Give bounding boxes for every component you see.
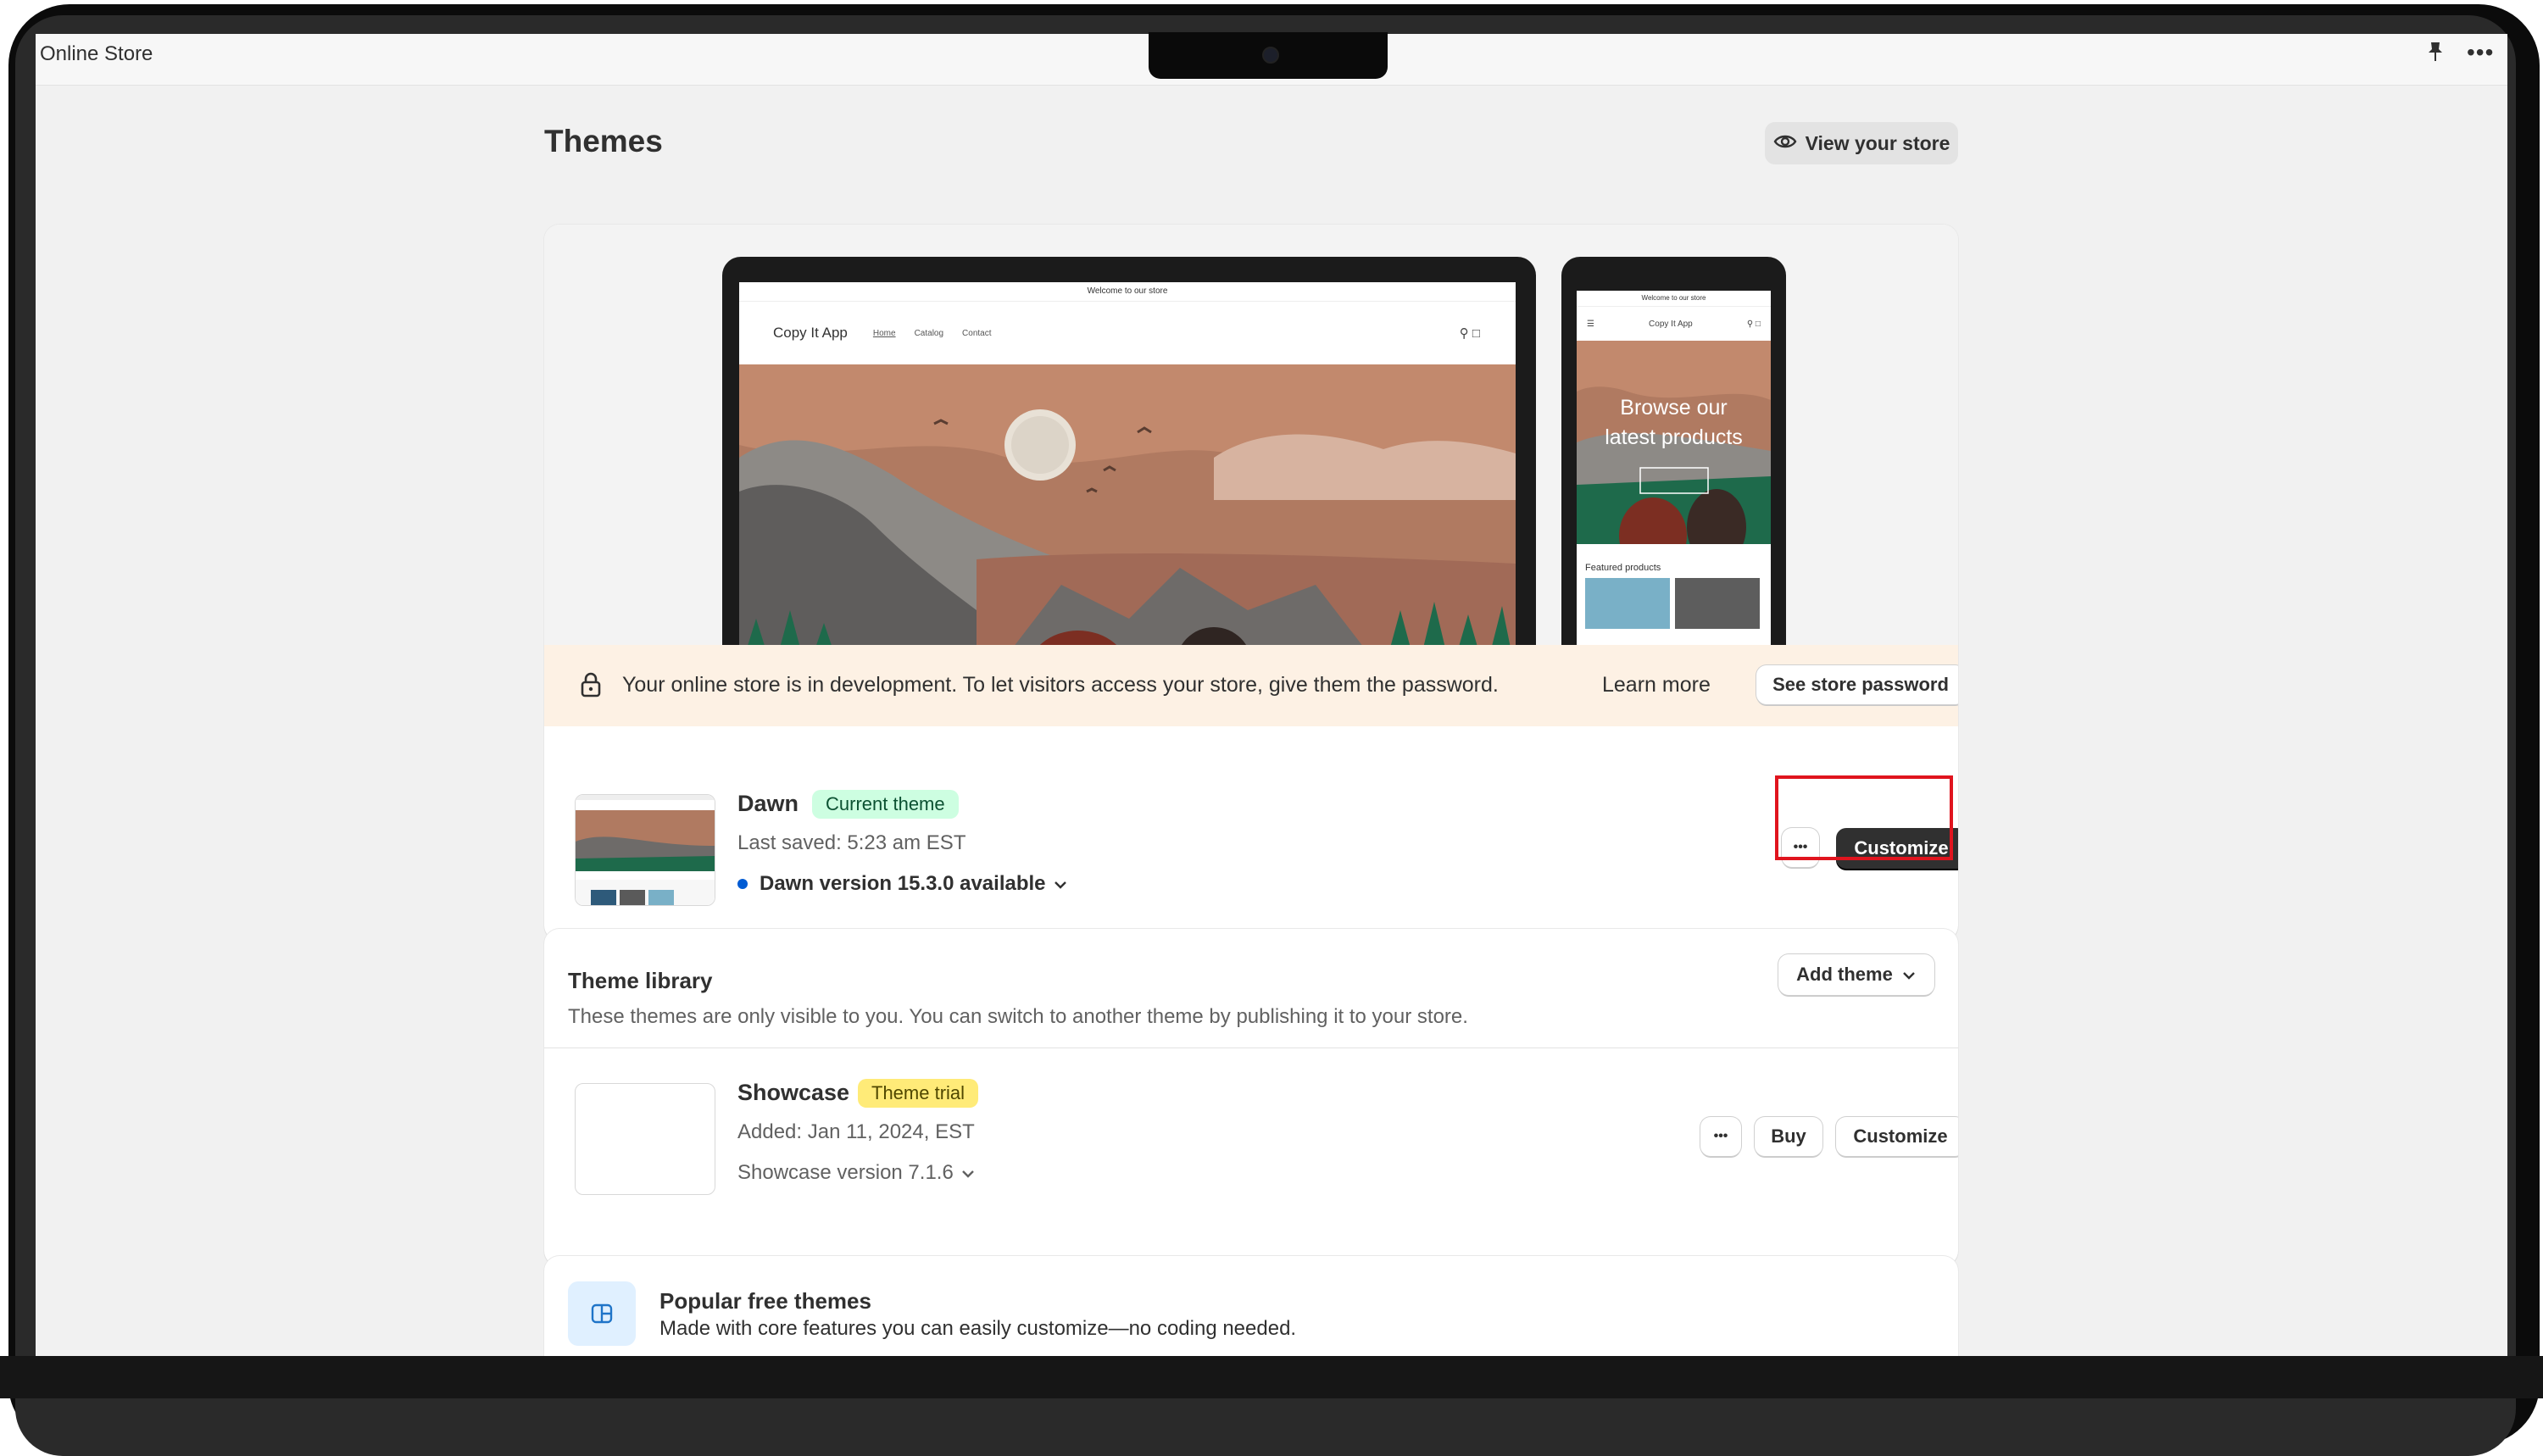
device-bottom-bar xyxy=(0,1356,2543,1398)
laptop-hero-image xyxy=(739,364,1516,672)
laptop-preview: Welcome to our store Copy It App Home Ca… xyxy=(722,257,1536,681)
development-banner: Your online store is in development. To … xyxy=(544,645,1958,726)
phone-hero-line1: Browse our xyxy=(1620,396,1728,420)
eye-icon xyxy=(1773,132,1797,155)
showcase-more-button[interactable]: ••• xyxy=(1700,1117,1741,1156)
dawn-theme-thumbnail xyxy=(575,794,715,906)
laptop-announcement: Welcome to our store xyxy=(739,282,1516,302)
buy-button[interactable]: Buy xyxy=(1755,1117,1822,1156)
phone-preview: Welcome to our store ☰ Copy It App ⚲ □ B… xyxy=(1561,257,1786,681)
phone-hero-text: Browse our latest products xyxy=(1577,393,1771,453)
banner-message: Your online store is in development. To … xyxy=(622,673,1499,697)
theme-added-text: Added: Jan 11, 2024, EST xyxy=(737,1120,975,1143)
app-screen: Online Store ••• Themes View your store … xyxy=(36,34,2507,1356)
laptop-search-cart-icons: ⚲ □ xyxy=(1459,326,1480,341)
theme-library-card: Theme library These themes are only visi… xyxy=(544,929,1958,1266)
chevron-down-icon xyxy=(1901,964,1917,986)
laptop-nav: Copy It App Home Catalog Contact ⚲ □ xyxy=(739,302,1516,364)
laptop-nav-home: Home xyxy=(872,328,896,338)
learn-more-link[interactable]: Learn more xyxy=(1602,673,1711,697)
phone-hero-line2: latest products xyxy=(1605,425,1743,449)
showcase-version-dropdown[interactable]: Showcase version 7.1.6 xyxy=(737,1161,976,1185)
version-dropdown[interactable]: Dawn version 15.3.0 available xyxy=(737,872,1068,896)
add-theme-label: Add theme xyxy=(1796,964,1893,985)
phone-nav: ☰ Copy It App ⚲ □ xyxy=(1577,307,1771,341)
lock-icon xyxy=(580,672,602,702)
pin-icon[interactable] xyxy=(2426,41,2445,69)
page-title: Themes xyxy=(544,124,663,158)
phone-menu-icon: ☰ xyxy=(1587,319,1594,329)
showcase-customize-button[interactable]: Customize xyxy=(1836,1117,1958,1156)
theme-library-description: These themes are only visible to you. Yo… xyxy=(568,1005,1468,1028)
phone-announcement: Welcome to our store xyxy=(1577,291,1771,307)
popular-themes-title: Popular free themes xyxy=(659,1288,871,1314)
theme-store-icon xyxy=(568,1281,636,1346)
theme-library-title: Theme library xyxy=(568,968,713,993)
view-store-button[interactable]: View your store xyxy=(1765,122,1958,164)
phone-hero: Browse our latest products xyxy=(1577,341,1771,544)
library-theme-name: Showcase xyxy=(737,1080,850,1105)
showcase-theme-thumbnail xyxy=(575,1083,715,1195)
current-theme-card: Welcome to our store Copy It App Home Ca… xyxy=(544,225,1958,941)
showcase-version-text: Showcase version 7.1.6 xyxy=(737,1161,954,1184)
version-text: Dawn version 15.3.0 available xyxy=(760,872,1046,895)
popular-themes-description: Made with core features you can easily c… xyxy=(659,1317,1297,1340)
phone-featured-label: Featured products xyxy=(1585,563,1661,573)
phone-featured-images xyxy=(1577,578,1771,629)
current-theme-badge: Current theme xyxy=(812,790,959,819)
camera-icon xyxy=(1262,47,1279,64)
laptop-nav-contact: Contact xyxy=(962,328,992,338)
phone-store-name: Copy It App xyxy=(1649,319,1693,329)
theme-preview: Welcome to our store Copy It App Home Ca… xyxy=(544,225,1958,681)
phone-search-cart-icons: ⚲ □ xyxy=(1746,319,1761,329)
theme-trial-badge: Theme trial xyxy=(858,1079,979,1108)
current-theme-name: Dawn xyxy=(737,791,799,816)
laptop-nav-links: Home Catalog Contact xyxy=(873,329,992,338)
window-title: Online Store xyxy=(40,42,153,65)
last-saved-text: Last saved: 5:23 am EST xyxy=(737,831,966,854)
laptop-nav-catalog: Catalog xyxy=(914,328,944,338)
camera-notch xyxy=(1149,32,1388,79)
see-store-password-button[interactable]: See store password xyxy=(1756,665,1958,704)
chevron-down-icon xyxy=(960,1161,976,1185)
chevron-down-icon xyxy=(1053,872,1068,896)
popular-themes-card: Popular free themes Made with core featu… xyxy=(544,1256,1958,1356)
laptop-store-name: Copy It App xyxy=(773,325,848,341)
customize-highlight-box xyxy=(1775,775,1953,860)
update-dot-icon xyxy=(737,879,748,889)
view-store-label: View your store xyxy=(1805,131,1950,154)
add-theme-button[interactable]: Add theme xyxy=(1778,954,1934,995)
more-options-icon[interactable]: ••• xyxy=(2467,39,2494,66)
